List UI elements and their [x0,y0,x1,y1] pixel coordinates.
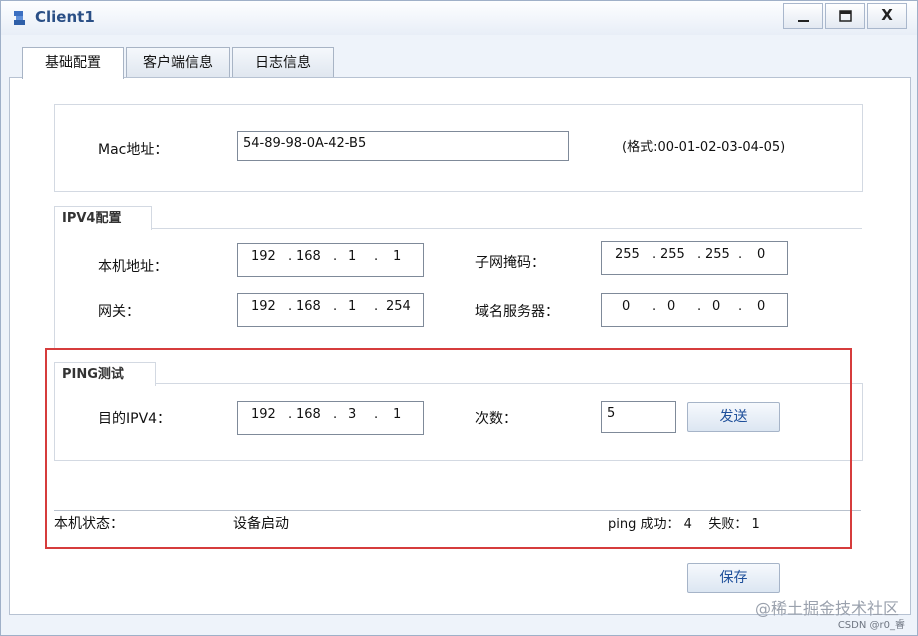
gateway-input[interactable]: 192 . 168 . 1 . 254 [237,293,424,327]
dns-label: 域名服务器： [475,304,559,320]
close-button[interactable]: X [867,3,907,29]
minimize-button[interactable] [783,3,823,29]
tab-log-info[interactable]: 日志信息 [232,47,334,78]
maximize-button[interactable] [825,3,865,29]
title-bar[interactable]: Client1 X [1,1,917,35]
subnet-mask-label: 子网掩码： [475,255,545,271]
save-button[interactable]: 保存 [687,563,780,593]
mac-format-hint: (格式:00-01-02-03-04-05) [622,140,786,155]
tab-client-info[interactable]: 客户端信息 [126,47,230,78]
minimize-icon [798,20,809,22]
subnet-mask-input[interactable]: 255 . 255 . 255 . 0 [601,241,788,275]
client-window: Client1 X 基础配置 客户端信息 日志信息 Mac地址： 54-89-9… [0,0,918,636]
csdn-watermark: CSDN @r0_睿 [837,620,905,631]
mac-label: Mac地址： [98,142,169,158]
highlight-frame [45,348,852,549]
window-title: Client1 [35,8,95,26]
ipv4-group-title: IPV4配置 [54,206,152,230]
local-ip-input[interactable]: 192 . 168 . 1 . 1 [237,243,424,277]
gateway-label: 网关： [98,304,140,320]
mac-address-input[interactable]: 54-89-98-0A-42-B5 [237,131,569,161]
local-ip-label: 本机地址： [98,259,168,275]
dns-server-input[interactable]: 0 . 0 . 0 . 0 [601,293,788,327]
maximize-icon [839,10,852,22]
tab-basic-config[interactable]: 基础配置 [22,47,124,79]
client-app-icon [14,11,25,25]
